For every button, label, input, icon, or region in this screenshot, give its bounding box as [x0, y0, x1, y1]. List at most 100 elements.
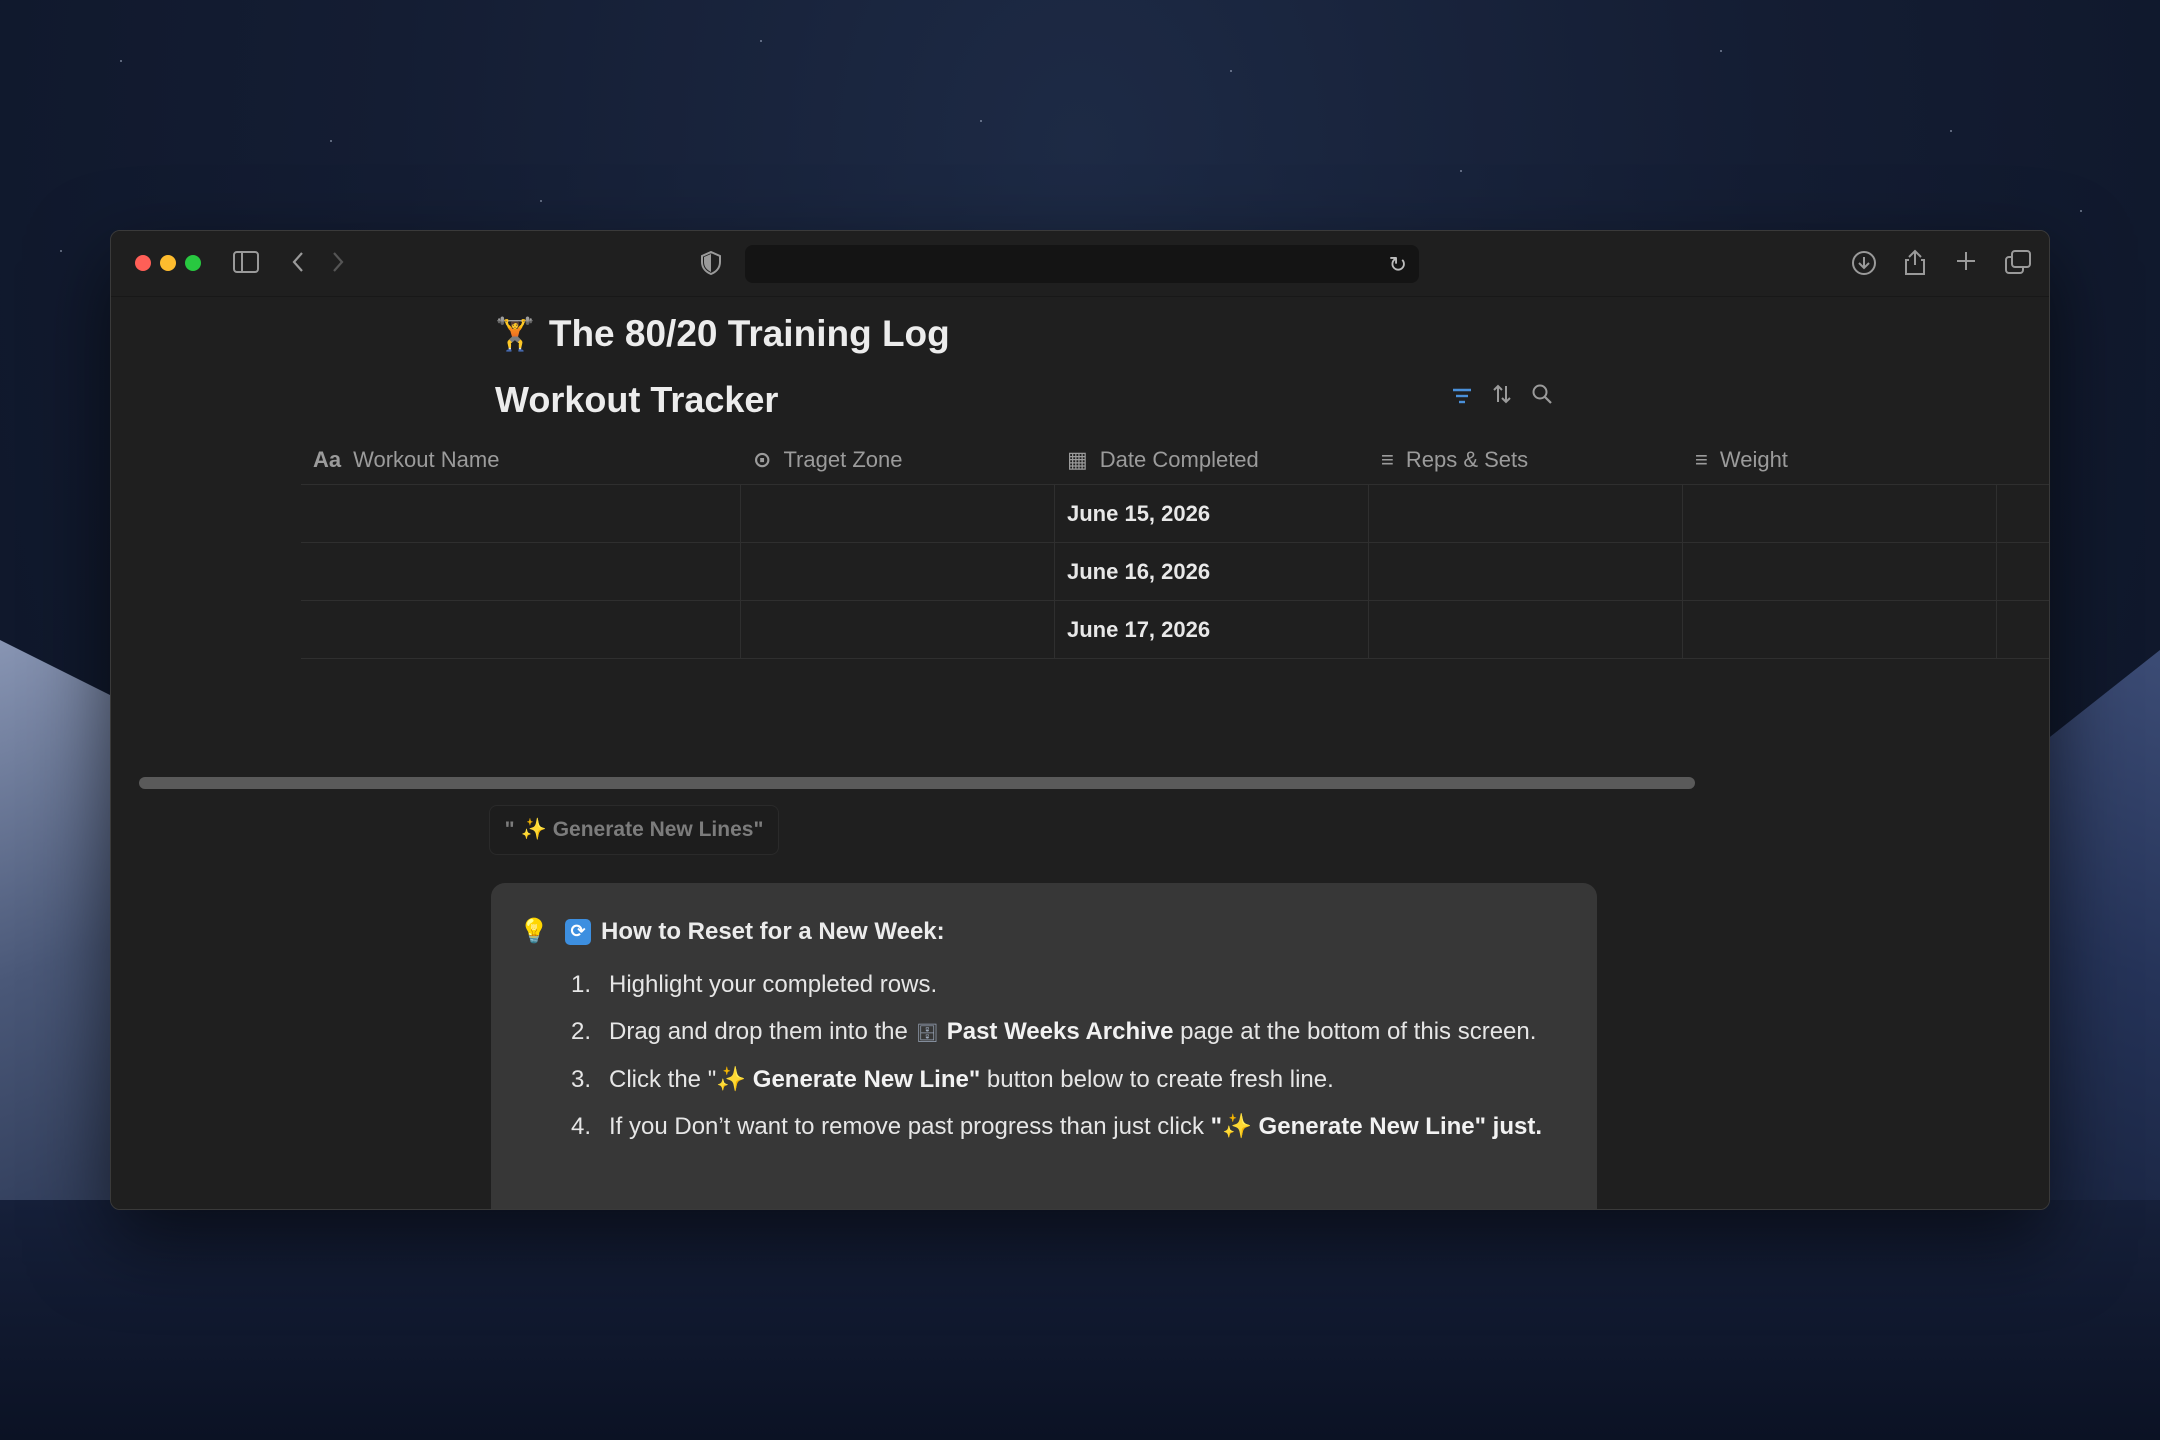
step-text-post: page at the bottom of this screen. — [1173, 1018, 1537, 1045]
step-bold-text: Generate New Line" — [746, 1066, 981, 1093]
sparkles-icon: ✨ — [1222, 1113, 1252, 1140]
address-bar[interactable]: ↻ — [745, 245, 1419, 283]
step-text: Drag and drop them into the 🗄 Past Weeks A… — [609, 1013, 1536, 1052]
star — [980, 120, 982, 122]
target-zone-cell[interactable] — [741, 601, 1055, 658]
page-content: 🏋 The 80/20 Training Log Workout Tracker… — [111, 297, 2049, 1209]
browser-window: ↻ 🏋 The 80/20 Training Log Workout Track… — [110, 230, 2050, 1210]
minimize-window-button[interactable] — [160, 255, 176, 271]
workout-name-cell[interactable] — [301, 485, 741, 542]
reps-sets-cell[interactable] — [1369, 601, 1683, 658]
star — [760, 40, 762, 42]
weight-cell[interactable] — [1683, 485, 1997, 542]
text-lines-icon: ≡ — [1695, 446, 1708, 472]
database-title[interactable]: Workout Tracker — [495, 379, 778, 421]
star — [2080, 210, 2082, 212]
column-header-target-zone[interactable]: ⊙ Traget Zone — [741, 447, 1055, 473]
tab-overview-icon[interactable] — [2005, 250, 2031, 279]
step-text-post: button below to create fresh line. — [980, 1066, 1334, 1093]
column-label: Workout Name — [353, 446, 500, 472]
date-completed-cell[interactable]: June 16, 2026 — [1055, 543, 1369, 600]
text-property-icon: Aa — [313, 446, 342, 472]
workout-name-cell[interactable] — [301, 543, 741, 600]
reload-icon[interactable]: ↻ — [1389, 252, 1407, 278]
sidebar-icon[interactable] — [233, 251, 259, 278]
step-number: 3. — [571, 1066, 592, 1093]
zoom-window-button[interactable] — [185, 255, 201, 271]
step-text: If you Don’t want to remove past progres… — [609, 1108, 1542, 1146]
horizontal-scrollbar[interactable] — [139, 777, 1695, 789]
reps-sets-cell[interactable] — [1369, 485, 1683, 542]
step-text-pre: Drag and drop them into the — [609, 1018, 908, 1045]
star — [540, 200, 542, 202]
column-header-workout-name[interactable]: Aa Workout Name — [301, 447, 741, 473]
star — [120, 60, 122, 62]
star — [330, 140, 332, 142]
download-icon[interactable] — [1851, 250, 1877, 281]
callout-header: 💡 ⟳ How to Reset for a New Week: — [519, 917, 1597, 946]
plus-icon[interactable] — [1955, 250, 1977, 277]
calendar-icon: ▦ — [1067, 446, 1088, 472]
step-text: Highlight your completed rows. — [609, 971, 938, 998]
table-row[interactable]: June 15, 2026 — [301, 485, 2049, 543]
sparkles-icon: ✨ — [520, 818, 547, 841]
generate-new-lines-button[interactable]: " ✨ Generate New Lines" — [489, 805, 779, 855]
weight-cell[interactable] — [1683, 601, 1997, 658]
target-zone-cell[interactable] — [741, 543, 1055, 600]
file-cabinet-icon: 🗄 — [915, 1023, 939, 1043]
sparkles-icon: ✨ — [716, 1066, 747, 1093]
search-icon[interactable] — [1531, 383, 1553, 412]
workout-name-cell[interactable] — [301, 601, 741, 658]
step-number: 4. — [571, 1113, 592, 1140]
reps-sets-cell[interactable] — [1369, 543, 1683, 600]
weight-cell[interactable] — [1683, 543, 1997, 600]
share-icon[interactable] — [1903, 248, 1927, 281]
quote-mark: " — [1210, 1113, 1222, 1140]
workout-table: Aa Workout Name ⊙ Traget Zone ▦ Date Com… — [301, 435, 2049, 659]
callout-title: How to Reset for a New Week: — [601, 917, 945, 945]
close-window-button[interactable] — [135, 255, 151, 271]
star — [1460, 170, 1462, 172]
column-label: Traget Zone — [783, 446, 903, 472]
star — [1230, 70, 1232, 72]
shield-icon[interactable] — [701, 250, 721, 280]
step-text-pre: If you Don’t want to remove past progres… — [609, 1113, 1211, 1140]
table-row[interactable]: June 16, 2026 — [301, 543, 2049, 601]
column-label: Reps & Sets — [1405, 446, 1529, 472]
chevron-right-icon[interactable] — [331, 251, 345, 278]
table-row[interactable]: June 17, 2026 — [301, 601, 2049, 659]
page-title: 🏋 The 80/20 Training Log — [495, 313, 950, 355]
step-number: 2. — [571, 1018, 592, 1045]
step-text: Click the "✨ Generate New Line" button b… — [609, 1061, 1334, 1099]
archive-page-link[interactable]: Past Weeks Archive — [947, 1018, 1174, 1045]
target-zone-cell[interactable] — [741, 485, 1055, 542]
cycle-arrows-icon: ⟳ — [565, 918, 591, 945]
column-label: Date Completed — [1099, 446, 1259, 472]
list-item: 3. Click the "✨ Generate New Line" butto… — [571, 1061, 1551, 1099]
page-title-text: The 80/20 Training Log — [548, 313, 950, 354]
chevron-left-icon[interactable] — [291, 251, 305, 278]
weightlifter-icon: 🏋 — [495, 316, 535, 352]
desert-ground — [0, 1200, 2160, 1440]
list-item: 2. Drag and drop them into the 🗄 Past Week… — [571, 1013, 1551, 1052]
filter-icon[interactable] — [1451, 384, 1473, 412]
text-lines-icon: ≡ — [1381, 446, 1394, 472]
sort-icon[interactable] — [1491, 383, 1513, 412]
star — [1950, 130, 1952, 132]
step-text-pre: Click the " — [609, 1066, 717, 1093]
browser-toolbar: ↻ — [111, 231, 2049, 297]
select-property-icon: ⊙ — [753, 446, 772, 472]
date-completed-cell[interactable]: June 17, 2026 — [1055, 601, 1369, 658]
lightbulb-icon: 💡 — [519, 918, 549, 945]
step-number: 1. — [571, 971, 592, 998]
step-bold-text: Generate New Line" just. — [1251, 1113, 1543, 1140]
column-header-reps-sets[interactable]: ≡ Reps & Sets — [1369, 447, 1683, 473]
list-item: 4. If you Don’t want to remove past prog… — [571, 1108, 1551, 1146]
table-header: Aa Workout Name ⊙ Traget Zone ▦ Date Com… — [301, 435, 2049, 485]
column-header-weight[interactable]: ≡ Weight — [1683, 447, 1997, 473]
database-toolbar — [1451, 383, 1553, 412]
date-completed-cell[interactable]: June 15, 2026 — [1055, 485, 1369, 542]
column-header-date-completed[interactable]: ▦ Date Completed — [1055, 447, 1369, 473]
generate-button-label: Generate New Lines" — [552, 818, 764, 841]
reset-instructions-callout: 💡 ⟳ How to Reset for a New Week: 1. High… — [491, 883, 1597, 1209]
